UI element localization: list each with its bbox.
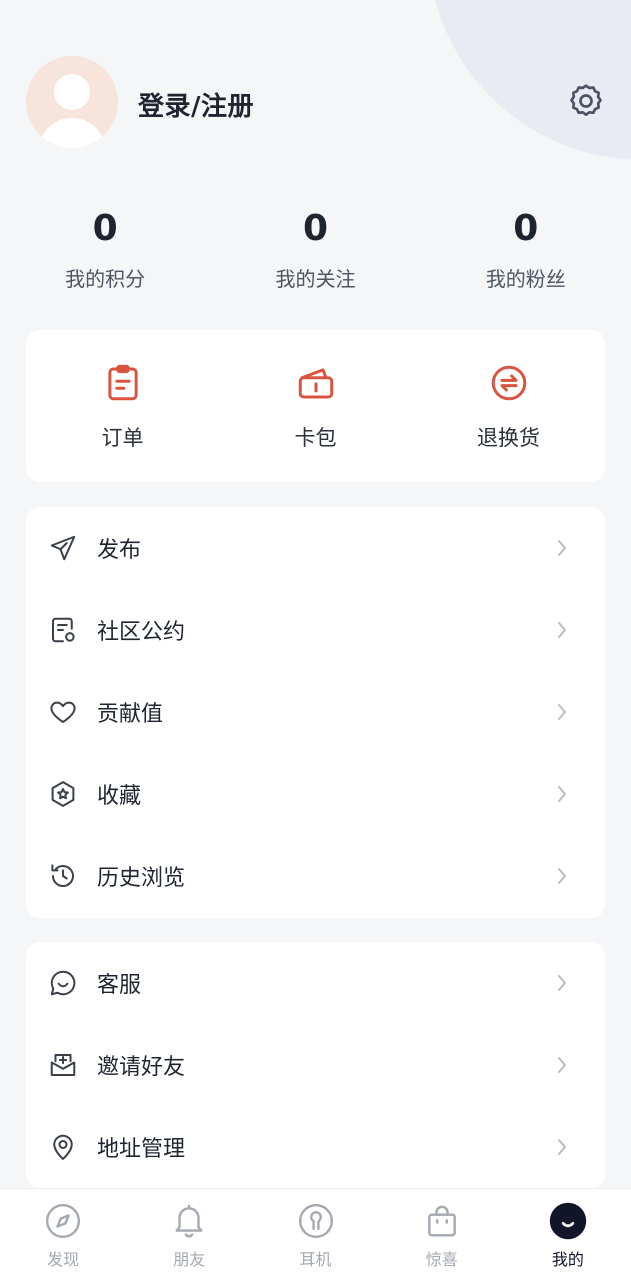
wallet-icon <box>298 368 333 399</box>
star-hexagon-icon <box>51 781 75 807</box>
tab-label: 朋友 <box>173 1250 206 1269</box>
stats-row: 0 我的积分 0 我的关注 0 我的粉丝 <box>0 200 631 310</box>
shortcut-returns-label: 退换货 <box>477 426 540 450</box>
service-menu-list: 客服 邀请好友 地址管理 <box>26 942 605 1188</box>
chevron-right-icon <box>558 868 566 884</box>
stat-points[interactable]: 0 我的积分 <box>0 200 210 310</box>
compass-icon <box>46 1203 81 1239</box>
heart-icon <box>50 701 76 723</box>
stat-followers-value: 0 <box>513 208 539 249</box>
menu-item-label: 邀请好友 <box>97 1055 186 1080</box>
menu-item-address-management[interactable]: 地址管理 <box>26 1106 605 1188</box>
chevron-right-icon <box>558 622 566 638</box>
main-menu-list: 发布 社区公约 贡献值 收藏 历史浏览 <box>26 507 605 918</box>
stat-following[interactable]: 0 我的关注 <box>210 200 420 310</box>
menu-item-community-rules[interactable]: 社区公约 <box>26 589 605 671</box>
menu-item-publish[interactable]: 发布 <box>26 507 605 589</box>
stat-points-value: 0 <box>92 208 118 249</box>
chat-icon <box>50 970 76 996</box>
menu-item-label: 地址管理 <box>97 1137 186 1162</box>
tab-label: 发现 <box>47 1250 80 1269</box>
exchange-icon <box>491 365 526 401</box>
shortcut-orders-label: 订单 <box>101 426 144 450</box>
menu-item-contribution[interactable]: 贡献值 <box>26 671 605 753</box>
chevron-right-icon <box>558 540 566 556</box>
send-icon <box>50 535 76 561</box>
tab-discover[interactable]: 发现 <box>0 1189 126 1280</box>
gear-icon <box>570 84 602 116</box>
chevron-right-icon <box>558 1057 566 1073</box>
location-icon <box>53 1134 73 1160</box>
avatar-body-shape <box>38 118 106 148</box>
shortcut-orders[interactable]: 订单 <box>26 330 219 482</box>
bottom-tab-bar: 发现 朋友 耳机 惊喜 我的 <box>0 1188 631 1280</box>
menu-item-label: 贡献值 <box>97 702 164 727</box>
tab-label: 惊喜 <box>425 1250 458 1269</box>
stat-followers-label: 我的粉丝 <box>485 267 566 291</box>
menu-item-label: 发布 <box>97 538 142 563</box>
login-register-link[interactable]: 登录/注册 <box>138 86 254 123</box>
menu-item-label: 社区公约 <box>97 620 186 645</box>
chevron-right-icon <box>558 1139 566 1155</box>
stat-following-value: 0 <box>302 208 329 249</box>
shortcuts-card: 订单 卡包 退换货 <box>26 330 605 482</box>
avatar[interactable] <box>26 56 118 148</box>
menu-item-label: 历史浏览 <box>97 866 186 891</box>
tab-mine[interactable]: 我的 <box>505 1189 631 1280</box>
decorative-background-circle <box>428 0 631 160</box>
stat-points-label: 我的积分 <box>65 267 146 291</box>
stat-followers[interactable]: 0 我的粉丝 <box>421 200 631 310</box>
menu-item-favorites[interactable]: 收藏 <box>26 753 605 835</box>
history-icon <box>51 864 74 888</box>
shortcut-returns[interactable]: 退换货 <box>412 330 605 482</box>
stat-following-label: 我的关注 <box>275 267 356 291</box>
chevron-right-icon <box>558 786 566 802</box>
menu-item-label: 收藏 <box>97 784 142 809</box>
tab-earphones[interactable]: 耳机 <box>252 1189 378 1280</box>
menu-item-invite-friends[interactable]: 邀请好友 <box>26 1024 605 1106</box>
clipboard-icon <box>107 364 138 401</box>
menu-item-label: 客服 <box>97 973 142 998</box>
earphone-icon <box>298 1203 333 1239</box>
invite-icon <box>50 1054 76 1076</box>
chevron-right-icon <box>558 704 566 720</box>
tab-label: 耳机 <box>299 1250 332 1269</box>
tab-friends[interactable]: 朋友 <box>126 1189 252 1280</box>
smile-icon <box>549 1202 587 1240</box>
shortcut-card-wallet-label: 卡包 <box>294 426 337 450</box>
profile-page: 登录/注册 0 我的积分 0 我的关注 0 我的粉丝 订单 卡包 退换货 发布 … <box>0 0 631 1280</box>
settings-button[interactable] <box>566 81 606 121</box>
chevron-right-icon <box>558 975 566 991</box>
document-icon <box>52 617 75 643</box>
menu-item-history[interactable]: 历史浏览 <box>26 835 605 917</box>
menu-item-customer-service[interactable]: 客服 <box>26 942 605 1024</box>
bag-icon <box>427 1205 456 1237</box>
bell-icon <box>175 1204 203 1238</box>
tab-surprise[interactable]: 惊喜 <box>379 1189 505 1280</box>
shortcut-card-wallet[interactable]: 卡包 <box>219 330 412 482</box>
tab-label: 我的 <box>551 1250 584 1269</box>
avatar-head-shape <box>54 74 90 110</box>
